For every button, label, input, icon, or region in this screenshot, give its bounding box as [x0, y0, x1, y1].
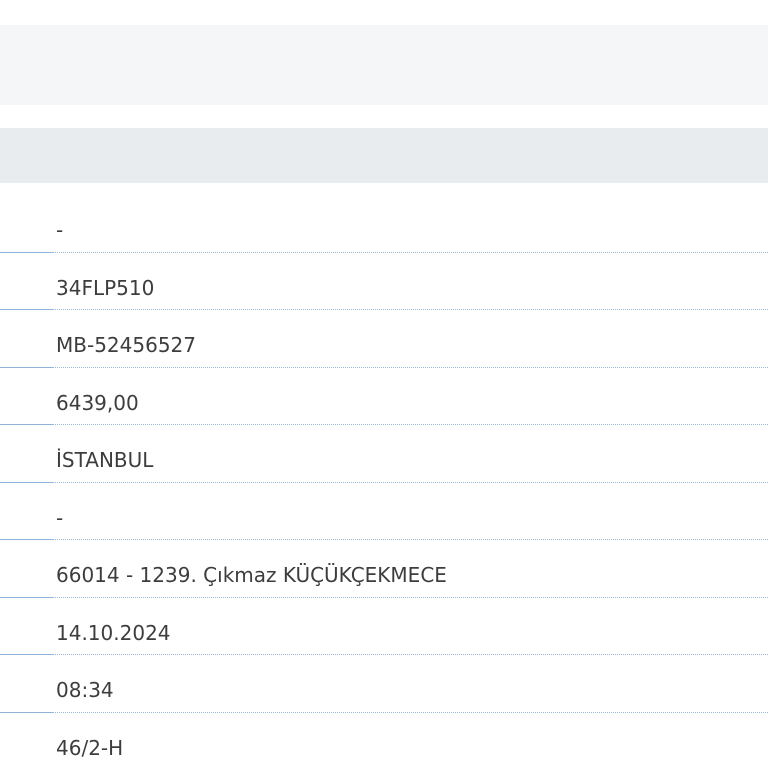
- detail-value-1: -: [56, 218, 64, 242]
- detail-list: - 34FLP510 MB-52456527 6439,00 İSTANBUL …: [0, 195, 768, 768]
- detail-value-6: -: [56, 505, 64, 530]
- detail-value-10: 46/2-H: [56, 735, 124, 760]
- detail-value-3: MB-52456527: [56, 333, 196, 357]
- detail-row-10: 46/2-H: [0, 713, 768, 768]
- section-header: [0, 128, 768, 183]
- detail-page: - 34FLP510 MB-52456527 6439,00 İSTANBUL …: [0, 0, 768, 768]
- detail-row-5: İSTANBUL: [0, 425, 768, 483]
- detail-row-6: -: [0, 483, 768, 540]
- detail-row-7: 66014 - 1239. Çıkmaz KÜÇÜKÇEKMECE: [0, 540, 768, 598]
- detail-value-8: 14.10.2024: [56, 620, 171, 645]
- detail-row-3: MB-52456527: [0, 310, 768, 368]
- detail-row-9: 08:34: [0, 655, 768, 713]
- detail-value-9: 08:34: [56, 678, 114, 702]
- detail-value-4: 6439,00: [56, 390, 139, 415]
- detail-row-4: 6439,00: [0, 368, 768, 425]
- detail-value-5: İSTANBUL: [56, 448, 154, 472]
- top-panel: [0, 25, 768, 105]
- detail-row-8: 14.10.2024: [0, 598, 768, 655]
- detail-row-1: -: [0, 195, 768, 253]
- detail-value-7: 66014 - 1239. Çıkmaz KÜÇÜKÇEKMECE: [56, 563, 447, 587]
- detail-value-2: 34FLP510: [56, 275, 155, 300]
- detail-row-2: 34FLP510: [0, 253, 768, 310]
